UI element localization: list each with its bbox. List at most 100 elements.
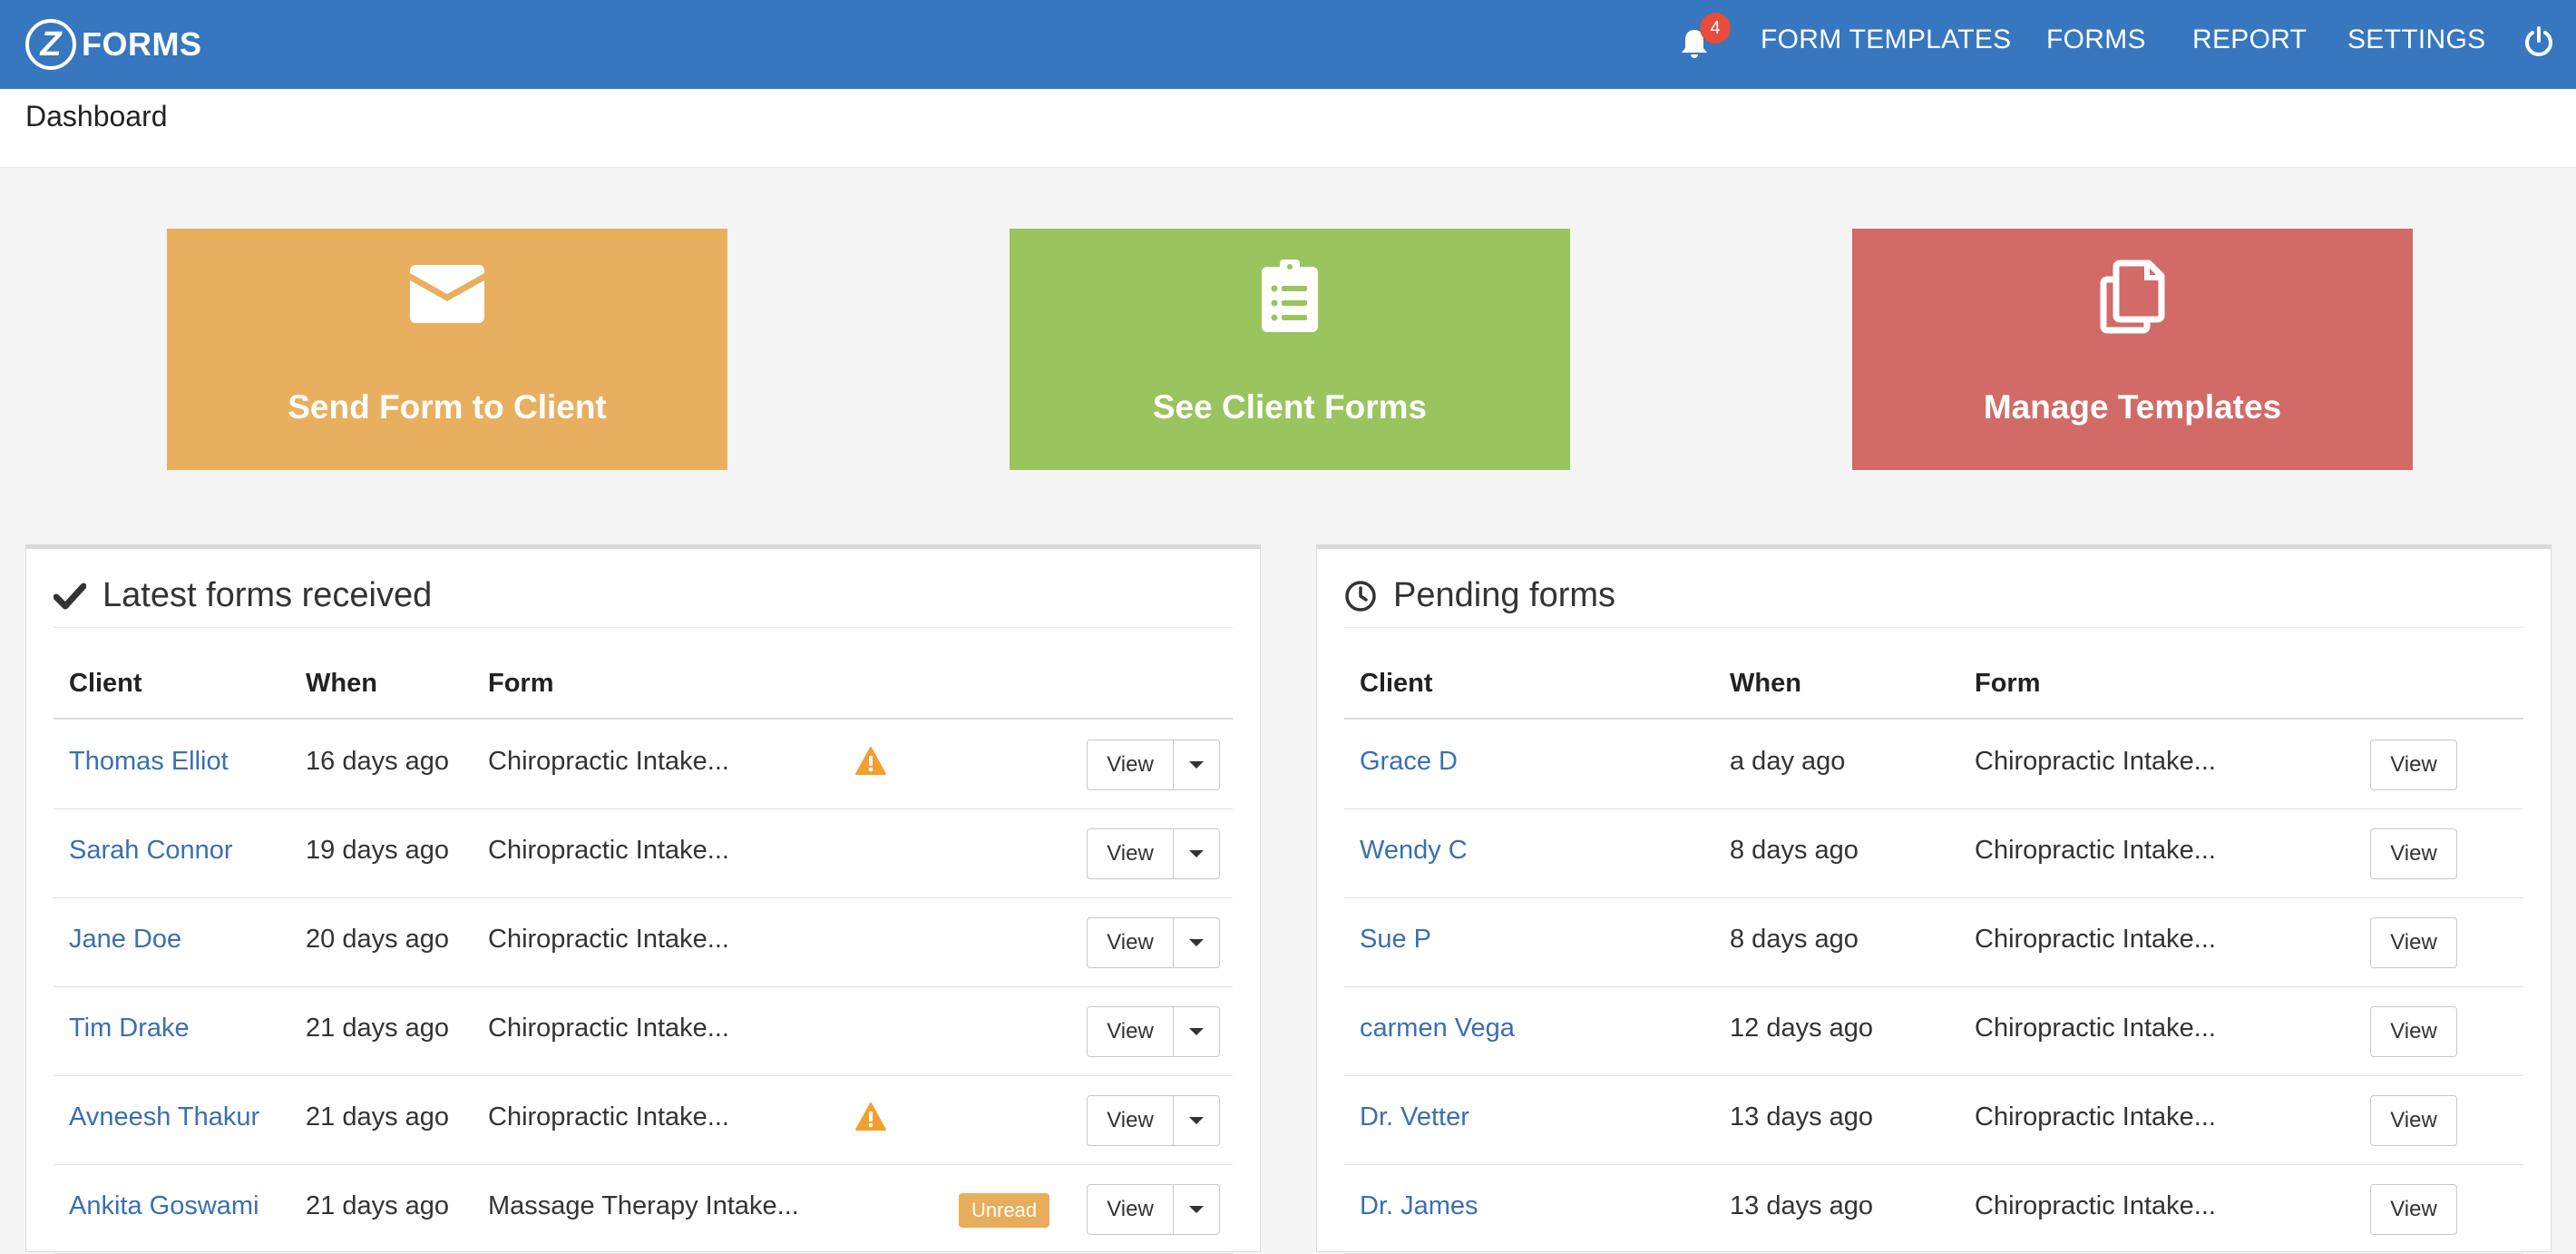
client-link[interactable]: Tim Drake bbox=[69, 1014, 190, 1043]
see-client-forms-tile[interactable]: See Client Forms bbox=[1010, 229, 1570, 470]
caret-down-icon bbox=[1189, 1028, 1204, 1035]
form-cell: Chiropractic Intake... bbox=[1975, 747, 2216, 776]
when-cell: 20 days ago bbox=[306, 925, 450, 954]
table-row: Dr. James 13 days ago Chiropractic Intak… bbox=[1344, 1164, 2523, 1254]
view-dropdown-toggle[interactable] bbox=[1174, 1006, 1220, 1057]
page-header: Dashboard bbox=[0, 89, 2576, 168]
when-cell: a day ago bbox=[1730, 747, 1846, 776]
column-header-when: When bbox=[306, 669, 377, 698]
when-cell: 21 days ago bbox=[306, 1191, 450, 1220]
client-link[interactable]: Jane Doe bbox=[69, 925, 181, 955]
notification-badge: 4 bbox=[1700, 13, 1731, 44]
clipboard-list-icon bbox=[1262, 260, 1318, 332]
power-icon[interactable] bbox=[2522, 25, 2555, 58]
pending-forms-title: Pending forms bbox=[1393, 576, 1616, 614]
divider bbox=[54, 627, 1233, 628]
divider bbox=[1344, 627, 2523, 628]
table-row: Grace D a day ago Chiropractic Intake...… bbox=[1344, 720, 2523, 809]
table-row: Sarah Connor 19 days ago Chiropractic In… bbox=[54, 808, 1233, 898]
view-button[interactable]: View bbox=[2370, 740, 2457, 790]
column-header-client: Client bbox=[69, 669, 142, 698]
warning-icon bbox=[855, 1102, 886, 1131]
send-form-tile[interactable]: Send Form to Client bbox=[167, 229, 727, 470]
when-cell: 21 days ago bbox=[306, 1102, 450, 1132]
nav-form-templates[interactable]: FORM TEMPLATES bbox=[1761, 24, 2011, 55]
view-dropdown-toggle[interactable] bbox=[1174, 740, 1220, 790]
view-button[interactable]: View bbox=[2370, 1095, 2457, 1146]
form-cell: Chiropractic Intake... bbox=[488, 747, 729, 776]
view-button[interactable]: View bbox=[2370, 1184, 2457, 1235]
nav-settings[interactable]: SETTINGS bbox=[2347, 24, 2485, 55]
logo-text: FORMS bbox=[82, 25, 202, 63]
when-cell: 13 days ago bbox=[1730, 1191, 1874, 1220]
table-row: Ankita Goswami 21 days ago Massage Thera… bbox=[54, 1164, 1233, 1254]
latest-forms-title: Latest forms received bbox=[102, 576, 433, 614]
clock-icon bbox=[1345, 580, 1376, 612]
table-row: Wendy C 8 days ago Chiropractic Intake..… bbox=[1344, 808, 2523, 898]
client-link[interactable]: Avneesh Thakur bbox=[69, 1102, 259, 1132]
logo-mark: Z bbox=[25, 19, 76, 70]
table-row: Avneesh Thakur 21 days ago Chiropractic … bbox=[54, 1075, 1233, 1165]
pending-forms-panel: Pending forms Client When Form Grace D a… bbox=[1316, 544, 2552, 1254]
caret-down-icon bbox=[1189, 939, 1204, 946]
manage-templates-label: Manage Templates bbox=[1983, 388, 2282, 426]
column-header-client: Client bbox=[1360, 669, 1433, 698]
page-title: Dashboard bbox=[25, 100, 168, 132]
table-row: Dr. Vetter 13 days ago Chiropractic Inta… bbox=[1344, 1075, 2523, 1165]
see-client-forms-label: See Client Forms bbox=[1152, 388, 1428, 426]
client-link[interactable]: Ankita Goswami bbox=[69, 1191, 259, 1221]
latest-forms-heading: Latest forms received bbox=[54, 576, 432, 615]
table-row: Sue P 8 days ago Chiropractic Intake... … bbox=[1344, 897, 2523, 987]
when-cell: 21 days ago bbox=[306, 1014, 450, 1043]
form-cell: Chiropractic Intake... bbox=[1975, 836, 2216, 865]
view-button[interactable]: View bbox=[2370, 1006, 2457, 1057]
view-button[interactable]: View bbox=[1087, 1095, 1174, 1146]
form-cell: Chiropractic Intake... bbox=[1975, 1014, 2216, 1043]
app-logo[interactable]: Z FORMS bbox=[25, 16, 202, 73]
form-cell: Chiropractic Intake... bbox=[1975, 1102, 2216, 1132]
view-button[interactable]: View bbox=[2370, 917, 2457, 968]
client-link[interactable]: Grace D bbox=[1360, 747, 1458, 777]
caret-down-icon bbox=[1189, 1206, 1204, 1213]
form-cell: Chiropractic Intake... bbox=[488, 836, 729, 865]
client-link[interactable]: Sarah Connor bbox=[69, 836, 233, 866]
pending-forms-heading: Pending forms bbox=[1344, 576, 1615, 615]
when-cell: 19 days ago bbox=[306, 836, 450, 865]
view-button[interactable]: View bbox=[1087, 828, 1174, 879]
view-button[interactable]: View bbox=[2370, 828, 2457, 879]
when-cell: 8 days ago bbox=[1730, 925, 1859, 954]
client-link[interactable]: Dr. Vetter bbox=[1360, 1102, 1469, 1132]
when-cell: 12 days ago bbox=[1730, 1014, 1874, 1043]
send-form-label: Send Form to Client bbox=[288, 388, 607, 426]
manage-templates-tile[interactable]: Manage Templates bbox=[1852, 229, 2413, 470]
client-link[interactable]: carmen Vega bbox=[1360, 1014, 1515, 1043]
view-dropdown-toggle[interactable] bbox=[1174, 917, 1220, 968]
view-button[interactable]: View bbox=[1087, 917, 1174, 968]
caret-down-icon bbox=[1189, 850, 1204, 857]
form-cell: Massage Therapy Intake... bbox=[488, 1191, 799, 1220]
nav-report[interactable]: REPORT bbox=[2192, 24, 2307, 55]
view-dropdown-toggle[interactable] bbox=[1174, 828, 1220, 879]
view-button[interactable]: View bbox=[1087, 1006, 1174, 1057]
envelope-icon bbox=[410, 265, 484, 323]
view-button[interactable]: View bbox=[1087, 1184, 1174, 1235]
table-row: carmen Vega 12 days ago Chiropractic Int… bbox=[1344, 986, 2523, 1076]
check-icon bbox=[54, 583, 86, 609]
form-cell: Chiropractic Intake... bbox=[1975, 925, 2216, 954]
client-link[interactable]: Dr. James bbox=[1360, 1191, 1478, 1221]
caret-down-icon bbox=[1189, 1117, 1204, 1124]
view-button[interactable]: View bbox=[1087, 740, 1174, 790]
form-cell: Chiropractic Intake... bbox=[488, 1014, 729, 1043]
form-cell: Chiropractic Intake... bbox=[488, 1102, 729, 1132]
latest-forms-panel: Latest forms received Client When Form T… bbox=[25, 544, 1261, 1254]
nav-forms[interactable]: FORMS bbox=[2046, 24, 2146, 55]
client-link[interactable]: Thomas Elliot bbox=[69, 747, 229, 777]
column-header-form: Form bbox=[488, 669, 554, 698]
view-dropdown-toggle[interactable] bbox=[1174, 1184, 1220, 1235]
table-row: Tim Drake 21 days ago Chiropractic Intak… bbox=[54, 986, 1233, 1076]
table-row: Jane Doe 20 days ago Chiropractic Intake… bbox=[54, 897, 1233, 987]
view-dropdown-toggle[interactable] bbox=[1174, 1095, 1220, 1146]
client-link[interactable]: Sue P bbox=[1360, 925, 1431, 955]
client-link[interactable]: Wendy C bbox=[1360, 836, 1468, 866]
form-cell: Chiropractic Intake... bbox=[1975, 1191, 2216, 1220]
